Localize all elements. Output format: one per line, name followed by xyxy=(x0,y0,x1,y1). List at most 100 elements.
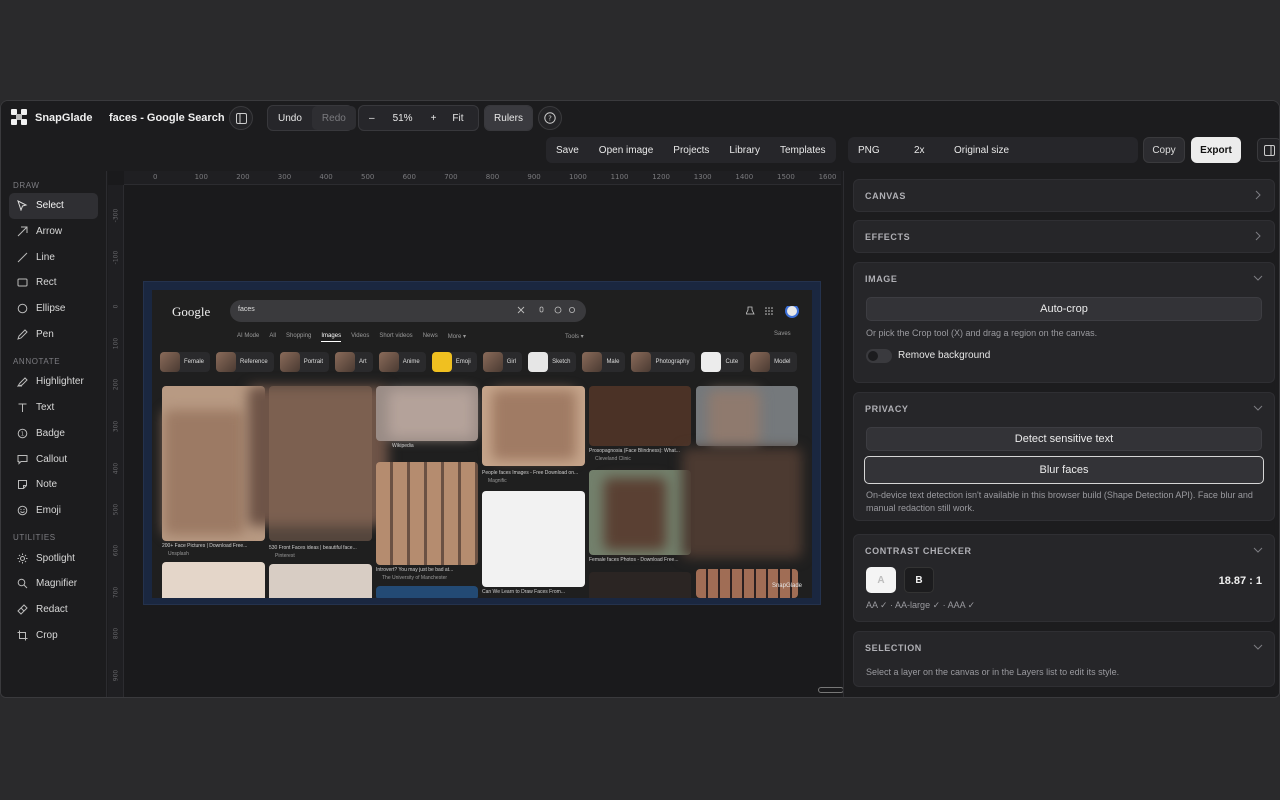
tool-ellipse[interactable]: Ellipse xyxy=(9,296,98,322)
tool-callout[interactable]: Callout xyxy=(9,446,98,472)
result-source: Pinterest xyxy=(275,553,295,559)
rulers-toggle[interactable]: Rulers xyxy=(485,106,532,130)
contrast-checker-section: CONTRAST CHECKER A B 18.87 : 1 AA ✓ · AA… xyxy=(853,534,1275,622)
result-tile xyxy=(589,386,691,446)
badge-icon: 1 xyxy=(16,427,28,439)
tool-label: Arrow xyxy=(36,226,63,238)
ruler-tick: 1200 xyxy=(652,173,671,181)
auto-crop-button[interactable]: Auto-crop xyxy=(866,297,1262,321)
ellipse-icon xyxy=(16,303,28,315)
tool-label: Callout xyxy=(36,453,68,465)
chip-label: Photography xyxy=(655,359,690,365)
screenshot-content: Google faces AI Mode All Shopping Images… xyxy=(152,290,812,598)
tool-badge[interactable]: 1 Badge xyxy=(9,421,98,447)
detect-sensitive-text-button[interactable]: Detect sensitive text xyxy=(866,427,1262,451)
ruler-tick: 600 xyxy=(112,544,120,557)
chip-thumbnail xyxy=(701,352,722,372)
canvas-scrollbar[interactable] xyxy=(818,687,844,693)
zoom-group: – 51% + Fit xyxy=(358,105,479,131)
scale-select[interactable]: 2x xyxy=(904,138,944,162)
result-caption: Can We Learn to Draw Faces From... xyxy=(482,589,565,595)
selection-hint: Select a layer on the canvas or in the L… xyxy=(866,667,1120,677)
ruler-tick: 300 xyxy=(112,420,120,433)
export-button[interactable]: Export xyxy=(1191,137,1241,163)
size-select[interactable]: Original size xyxy=(944,138,1019,162)
ruler-tick: 1500 xyxy=(777,173,795,181)
undo-button[interactable]: Undo xyxy=(268,106,312,130)
ruler-tick: 600 xyxy=(402,173,416,181)
result-caption: People faces Images - Free Download on..… xyxy=(482,470,579,476)
library-button[interactable]: Library xyxy=(719,138,770,162)
copy-button[interactable]: Copy xyxy=(1143,137,1185,163)
tool-rect[interactable]: Rect xyxy=(9,270,98,296)
vertical-ruler: -300 -100 0 100 200 300 400 500 600 700 800 900 xyxy=(108,185,124,697)
blur-faces-button[interactable]: Blur faces xyxy=(864,456,1264,484)
section-title: SELECTION xyxy=(865,643,922,653)
tool-label: Redact xyxy=(36,603,68,615)
watermark: SnapGlade xyxy=(771,583,802,589)
result-caption: Introvert? You may just be bad at... xyxy=(376,567,454,573)
background-swatch[interactable]: B xyxy=(904,567,934,593)
privacy-hint: On-device text detection isn't available… xyxy=(866,490,1253,513)
tool-crop[interactable]: Crop xyxy=(9,622,98,648)
tool-emoji[interactable]: Emoji xyxy=(9,498,98,524)
google-chip: Portrait xyxy=(279,352,330,372)
svg-text:?: ? xyxy=(548,115,552,123)
help-button[interactable]: ? xyxy=(538,106,562,130)
selection-section: SELECTION Select a layer on the canvas o… xyxy=(853,631,1275,687)
tool-select[interactable]: Select xyxy=(9,193,98,219)
remove-background-toggle[interactable] xyxy=(866,349,892,363)
chevron-down-icon[interactable] xyxy=(1252,544,1264,556)
chevron-down-icon[interactable] xyxy=(1252,641,1264,653)
google-chip: Model xyxy=(750,352,797,372)
tool-arrow[interactable]: Arrow xyxy=(9,219,98,245)
brand: SnapGlade xyxy=(11,109,92,127)
chevron-down-icon[interactable] xyxy=(1252,402,1264,414)
google-chip: Girl xyxy=(482,352,523,372)
ruler-tick: 100 xyxy=(112,337,120,350)
tool-magnifier[interactable]: Magnifier xyxy=(9,571,98,597)
tool-pen[interactable]: Pen xyxy=(9,321,98,347)
tool-highlighter[interactable]: Highlighter xyxy=(9,369,98,395)
tool-text[interactable]: Text xyxy=(9,395,98,421)
tool-label: Pen xyxy=(36,328,54,340)
tool-line[interactable]: Line xyxy=(9,244,98,270)
ruler-tick: 1300 xyxy=(693,173,712,181)
chip-label: Anime xyxy=(402,359,420,365)
blurred-face xyxy=(388,390,474,438)
tool-spotlight[interactable]: Spotlight xyxy=(9,545,98,571)
annotate-section-label: ANNOTATE xyxy=(13,357,61,367)
google-chips: Female Reference Portrait Art Anime Emoji Girl… xyxy=(160,352,797,372)
help-icon: ? xyxy=(544,112,556,124)
format-select[interactable]: PNG xyxy=(848,138,904,162)
google-header-icons xyxy=(746,306,799,318)
projects-button[interactable]: Projects xyxy=(663,138,719,162)
toggle-sidebar-button[interactable] xyxy=(229,106,253,130)
effects-section[interactable]: EFFECTS xyxy=(853,220,1275,253)
tool-label: Note xyxy=(36,479,58,491)
open-image-button[interactable]: Open image xyxy=(589,138,663,162)
tool-label: Spotlight xyxy=(36,552,75,564)
fit-button[interactable]: Fit xyxy=(446,106,469,130)
image-layer[interactable]: Google faces AI Mode All Shopping Images… xyxy=(143,281,821,605)
tool-label: Emoji xyxy=(36,504,62,516)
tool-note[interactable]: Note xyxy=(9,472,98,498)
tool-redact[interactable]: Redact xyxy=(9,597,98,623)
google-tab: AI Mode xyxy=(237,333,260,339)
zoom-in-button[interactable]: + xyxy=(421,106,447,130)
result-caption: Female faces Photos - Download Free... xyxy=(589,557,679,563)
ruler-tick: 300 xyxy=(277,173,292,181)
blurred-face xyxy=(492,390,576,460)
rulers-group: Rulers xyxy=(484,105,533,131)
canvas-section[interactable]: CANVAS xyxy=(853,179,1275,212)
save-button[interactable]: Save xyxy=(546,138,589,162)
templates-button[interactable]: Templates xyxy=(770,138,836,162)
zoom-level[interactable]: 51% xyxy=(385,106,421,130)
toggle-panel-button[interactable] xyxy=(1257,138,1279,162)
chip-label: Portrait xyxy=(303,359,324,365)
canvas-area[interactable]: 0 100 200 300 400 500 600 700 800 900 1000 1100 1200… xyxy=(108,171,844,697)
foreground-swatch[interactable]: A xyxy=(866,567,896,593)
zoom-out-button[interactable]: – xyxy=(359,106,385,130)
redo-button[interactable]: Redo xyxy=(311,106,356,130)
chevron-down-icon[interactable] xyxy=(1252,272,1264,284)
